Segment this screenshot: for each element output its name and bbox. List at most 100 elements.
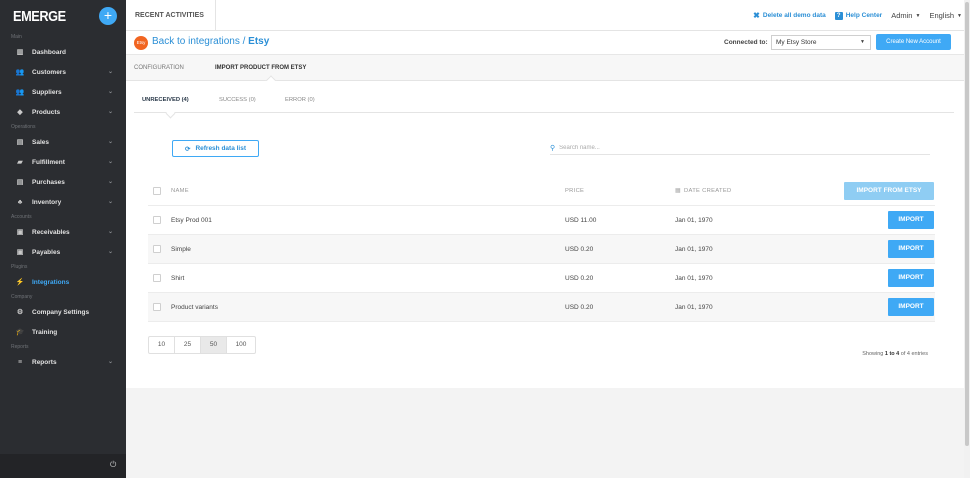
row-checkbox[interactable] — [153, 245, 161, 253]
import-button[interactable]: IMPORT — [888, 211, 934, 229]
refresh-data-list-button[interactable]: ⟳ Refresh data list — [172, 140, 259, 157]
tab-import-product[interactable]: IMPORT PRODUCT FROM ETSY — [215, 55, 306, 81]
import-from-etsy-button[interactable]: IMPORT FROM ETSY — [844, 182, 934, 200]
sidebar-item-products[interactable]: ◆ Products ⌄ — [0, 102, 126, 122]
product-name: Shirt — [171, 275, 185, 282]
sidebar-section-label: Main — [11, 34, 22, 40]
sidebar-item-label: Purchases — [32, 178, 65, 186]
chevron-down-icon[interactable]: ⌄ — [108, 68, 113, 75]
inventory-icon: ♣ — [17, 198, 23, 206]
row-checkbox[interactable] — [153, 303, 161, 311]
product-name: Etsy Prod 001 — [171, 217, 212, 224]
sidebar-item-suppliers[interactable]: 👥 Suppliers ⌄ — [0, 82, 126, 102]
import-button[interactable]: IMPORT — [888, 269, 934, 287]
import-button[interactable]: IMPORT — [888, 240, 934, 258]
sidebar-item-integrations[interactable]: ⚡ Integrations — [0, 272, 126, 292]
chevron-down-icon[interactable]: ⌄ — [108, 358, 113, 365]
sidebar-section-label: Operations — [11, 124, 36, 130]
sidebar-section-label: Plugins — [11, 264, 28, 270]
search-icon: ⚲ — [550, 145, 556, 152]
page-size-10[interactable]: 10 — [149, 337, 175, 353]
tab-error[interactable]: ERROR (0) — [285, 97, 315, 103]
users-icon: 👥 — [15, 69, 25, 76]
add-button[interactable]: + — [99, 7, 117, 25]
select-all-checkbox[interactable] — [153, 187, 161, 195]
page-scrollbar[interactable] — [964, 0, 970, 478]
calendar-icon: ▦ — [675, 188, 681, 194]
search-input[interactable] — [559, 145, 920, 151]
tab-configuration[interactable]: CONFIGURATION — [134, 55, 184, 81]
sidebar-item-dashboard[interactable]: ▥ Dashboard — [0, 42, 126, 62]
product-price: USD 0.20 — [565, 275, 594, 282]
scroll-thumb[interactable] — [965, 2, 969, 446]
main-content: UNRECEIVED (4) SUCCESS (0) ERROR (0) ⟳ R… — [126, 81, 970, 388]
sidebar-item-purchases[interactable]: ▤ Purchases ⌄ — [0, 172, 126, 192]
language-dropdown[interactable]: English ▼ — [929, 11, 962, 20]
store-select-value: My Etsy Store — [776, 39, 817, 46]
row-checkbox[interactable] — [153, 274, 161, 282]
create-new-account-button[interactable]: Create New Account — [876, 34, 951, 50]
column-price[interactable]: PRICE — [565, 177, 584, 206]
chevron-down-icon[interactable]: ⌄ — [108, 138, 113, 145]
sidebar-item-label: Products — [32, 108, 61, 116]
store-select[interactable]: My Etsy Store ▼ — [771, 35, 871, 50]
product-date: Jan 01, 1970 — [675, 217, 713, 224]
tab-success[interactable]: SUCCESS (0) — [219, 97, 256, 103]
sidebar-item-label: Integrations — [32, 278, 70, 286]
power-icon[interactable]: ⏻ — [110, 461, 118, 469]
table-row: Product variants USD 0.20 Jan 01, 1970 IMPO… — [148, 293, 935, 322]
column-date-created[interactable]: ▦ DATE CREATED — [675, 177, 732, 206]
sidebar-item-label: Receivables — [32, 228, 70, 236]
app-logo[interactable]: EMERGE — [13, 8, 66, 25]
row-checkbox[interactable] — [153, 216, 161, 224]
chevron-down-icon[interactable]: ⌄ — [108, 198, 113, 205]
question-icon: ? — [834, 11, 843, 20]
list-icon: ≡ — [17, 358, 23, 366]
status-tabs: UNRECEIVED (4) SUCCESS (0) ERROR (0) — [134, 89, 954, 113]
sidebar-item-label: Fulfillment — [32, 158, 65, 166]
sidebar-item-inventory[interactable]: ♣ Inventory ⌄ — [0, 192, 126, 212]
product-date: Jan 01, 1970 — [675, 304, 713, 311]
page-title: Back to integrations / Etsy — [152, 36, 269, 47]
top-links: ✖ Delete all demo data ? Help Center Adm… — [753, 0, 962, 31]
sidebar-section-label: Reports — [11, 344, 29, 350]
back-to-integrations-link[interactable]: Back to integrations — [152, 36, 240, 47]
chevron-down-icon[interactable]: ⌄ — [108, 228, 113, 235]
sidebar: EMERGE + Main ▥ Dashboard 👥 Customers ⌄ 👥 Suppl… — [0, 0, 126, 478]
page-size-100[interactable]: 100 — [227, 337, 255, 353]
recent-activities-button[interactable]: RECENT ACTIVITIES — [126, 0, 216, 31]
chevron-down-icon[interactable]: ⌄ — [108, 158, 113, 165]
admin-dropdown[interactable]: Admin ▼ — [891, 11, 920, 20]
sidebar-item-training[interactable]: 🎓 Training — [0, 322, 126, 342]
etsy-logo-icon: Etsy — [134, 36, 148, 50]
column-date-label: DATE CREATED — [683, 188, 732, 194]
sidebar-item-reports[interactable]: ≡ Reports ⌄ — [0, 352, 126, 372]
sidebar-item-fulfillment[interactable]: ▰ Fulfillment ⌄ — [0, 152, 126, 172]
sidebar-item-label: Suppliers — [32, 88, 62, 96]
truck-icon: ▰ — [17, 159, 23, 166]
sidebar-item-receivables[interactable]: ▣ Receivables ⌄ — [0, 222, 126, 242]
sidebar-item-label: Training — [32, 328, 58, 336]
chevron-down-icon[interactable]: ⌄ — [108, 248, 113, 255]
help-center-link[interactable]: ? Help Center — [834, 11, 882, 20]
current-integration: Etsy — [248, 36, 270, 47]
sidebar-item-customers[interactable]: 👥 Customers ⌄ — [0, 62, 126, 82]
chart-icon: ▥ — [16, 49, 24, 56]
chevron-down-icon[interactable]: ⌄ — [108, 108, 113, 115]
column-name[interactable]: NAME — [171, 177, 189, 206]
caret-down-icon: ▼ — [915, 12, 921, 19]
sidebar-item-payables[interactable]: ▣ Payables ⌄ — [0, 242, 126, 262]
admin-label: Admin — [891, 11, 913, 20]
table-row: Simple USD 0.20 Jan 01, 1970 IMPORT — [148, 235, 935, 264]
chevron-down-icon[interactable]: ⌄ — [108, 178, 113, 185]
sidebar-item-company-settings[interactable]: ⚙ Company Settings — [0, 302, 126, 322]
import-button[interactable]: IMPORT — [888, 298, 934, 316]
sidebar-item-sales[interactable]: ▤ Sales ⌄ — [0, 132, 126, 152]
chevron-down-icon[interactable]: ⌄ — [108, 88, 113, 95]
page-size-50[interactable]: 50 — [201, 337, 227, 353]
page-size-selector: 10 25 50 100 — [148, 336, 256, 354]
page-size-25[interactable]: 25 — [175, 337, 201, 353]
entries-suffix: of 4 entries — [900, 351, 928, 357]
tab-unreceived[interactable]: UNRECEIVED (4) — [142, 97, 189, 103]
delete-demo-data-link[interactable]: ✖ Delete all demo data — [753, 11, 826, 20]
